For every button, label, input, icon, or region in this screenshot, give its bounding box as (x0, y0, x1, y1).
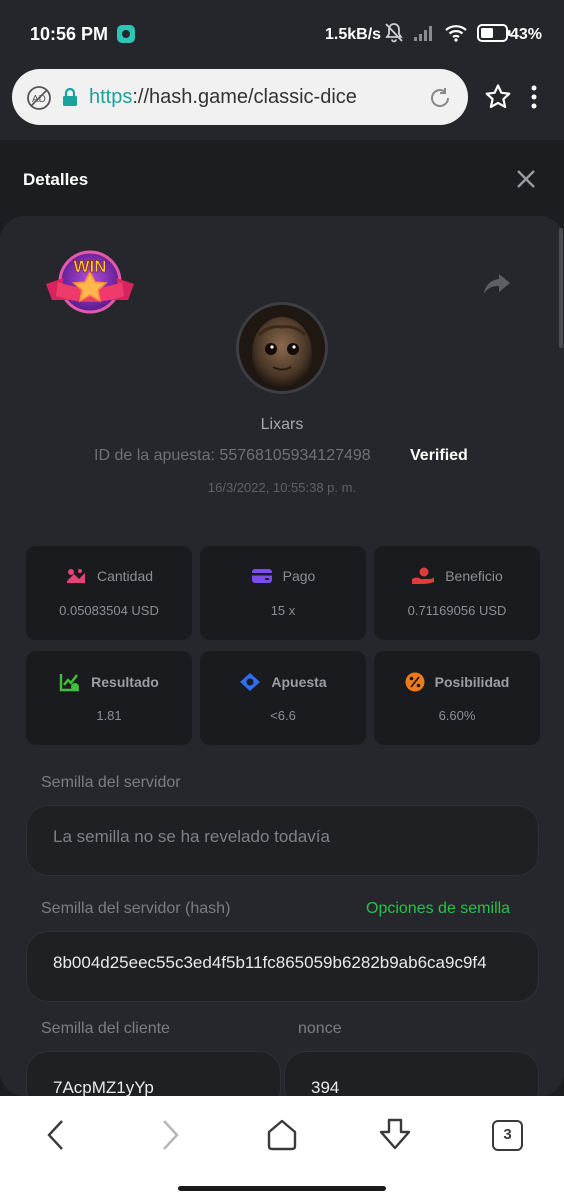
stat-resultado: Resultado 1.81 (26, 651, 192, 745)
stat-pago: Pago 15 x (200, 546, 366, 640)
close-icon[interactable] (515, 168, 537, 190)
forward-icon[interactable] (158, 1118, 182, 1152)
svg-text:WIN: WIN (73, 257, 106, 276)
stat-value: 15 x (270, 603, 296, 618)
stat-value: 0.71169056 USD (407, 603, 507, 618)
stat-value: 0.05083504 USD (59, 603, 159, 618)
stat-cantidad: Cantidad 0.05083504 USD (26, 546, 192, 640)
server-hash-label: Semilla del servidor (hash) (41, 900, 231, 917)
avatar (236, 302, 328, 394)
stat-beneficio: Beneficio 0.71169056 USD (374, 546, 540, 640)
server-hash-field[interactable]: 8b004d25eec55c3ed4f5b11fc865059b6282b9ab… (26, 931, 539, 1002)
win-badge-icon: WIN (46, 250, 134, 314)
client-seed-label: Semilla del cliente (41, 1020, 170, 1037)
bottom-navigation: 3 (0, 1096, 564, 1200)
verified-badge[interactable]: Verified (410, 447, 468, 465)
app-icon (117, 25, 135, 43)
mute-bell-icon (385, 23, 403, 43)
percent-icon (405, 672, 425, 692)
bet-date: 16/3/2022, 10:55:38 p. m. (207, 480, 357, 495)
wifi-icon (445, 25, 467, 42)
page-title: Detalles (23, 170, 89, 189)
stat-value: <6.6 (270, 708, 296, 723)
wallet-icon (251, 569, 272, 583)
bet-id: ID de la apuesta: 55768105934127498 (94, 447, 371, 464)
download-icon[interactable] (378, 1118, 412, 1152)
server-seed-field[interactable]: La semilla no se ha revelado todavía (26, 805, 539, 876)
seed-options-link[interactable]: Opciones de semilla (366, 900, 510, 918)
more-icon[interactable] (530, 84, 538, 110)
signal-icon (414, 26, 432, 41)
adblock-icon[interactable]: AD (26, 85, 52, 111)
battery-percent: 43% (510, 26, 543, 43)
stat-apuesta: Apuesta <6.6 (200, 651, 366, 745)
chart-check-icon (59, 674, 80, 692)
coins-icon (66, 569, 85, 583)
browser-toolbar: AD https://hash.game/classic-dice (0, 68, 564, 140)
server-seed-label: Semilla del servidor (41, 774, 181, 791)
username: Lixars (260, 416, 304, 433)
tabs-button[interactable]: 3 (492, 1120, 523, 1151)
star-icon[interactable] (484, 83, 512, 111)
scrollbar[interactable] (559, 228, 563, 348)
lock-icon (63, 87, 77, 106)
back-icon[interactable] (44, 1118, 68, 1152)
battery-icon (477, 24, 511, 42)
address-bar[interactable]: AD https://hash.game/classic-dice (12, 69, 468, 125)
nonce-label: nonce (298, 1020, 342, 1037)
reload-icon[interactable] (428, 86, 452, 110)
clock: 10:56 PM (30, 24, 109, 44)
stat-value: 1.81 (96, 708, 122, 723)
stat-posibilidad: Posibilidad 6.60% (374, 651, 540, 745)
status-bar: 10:56 PM 1.5kB/s 43% (0, 0, 564, 68)
target-tag-icon (240, 673, 261, 691)
url-text[interactable]: https://hash.game/classic-dice (89, 86, 357, 109)
share-icon[interactable] (483, 272, 511, 296)
network-speed: 1.5kB/s (325, 26, 382, 43)
profit-hand-icon (412, 567, 435, 584)
home-icon[interactable] (265, 1118, 299, 1152)
stat-value: 6.60% (438, 708, 476, 723)
home-indicator[interactable] (178, 1186, 386, 1191)
